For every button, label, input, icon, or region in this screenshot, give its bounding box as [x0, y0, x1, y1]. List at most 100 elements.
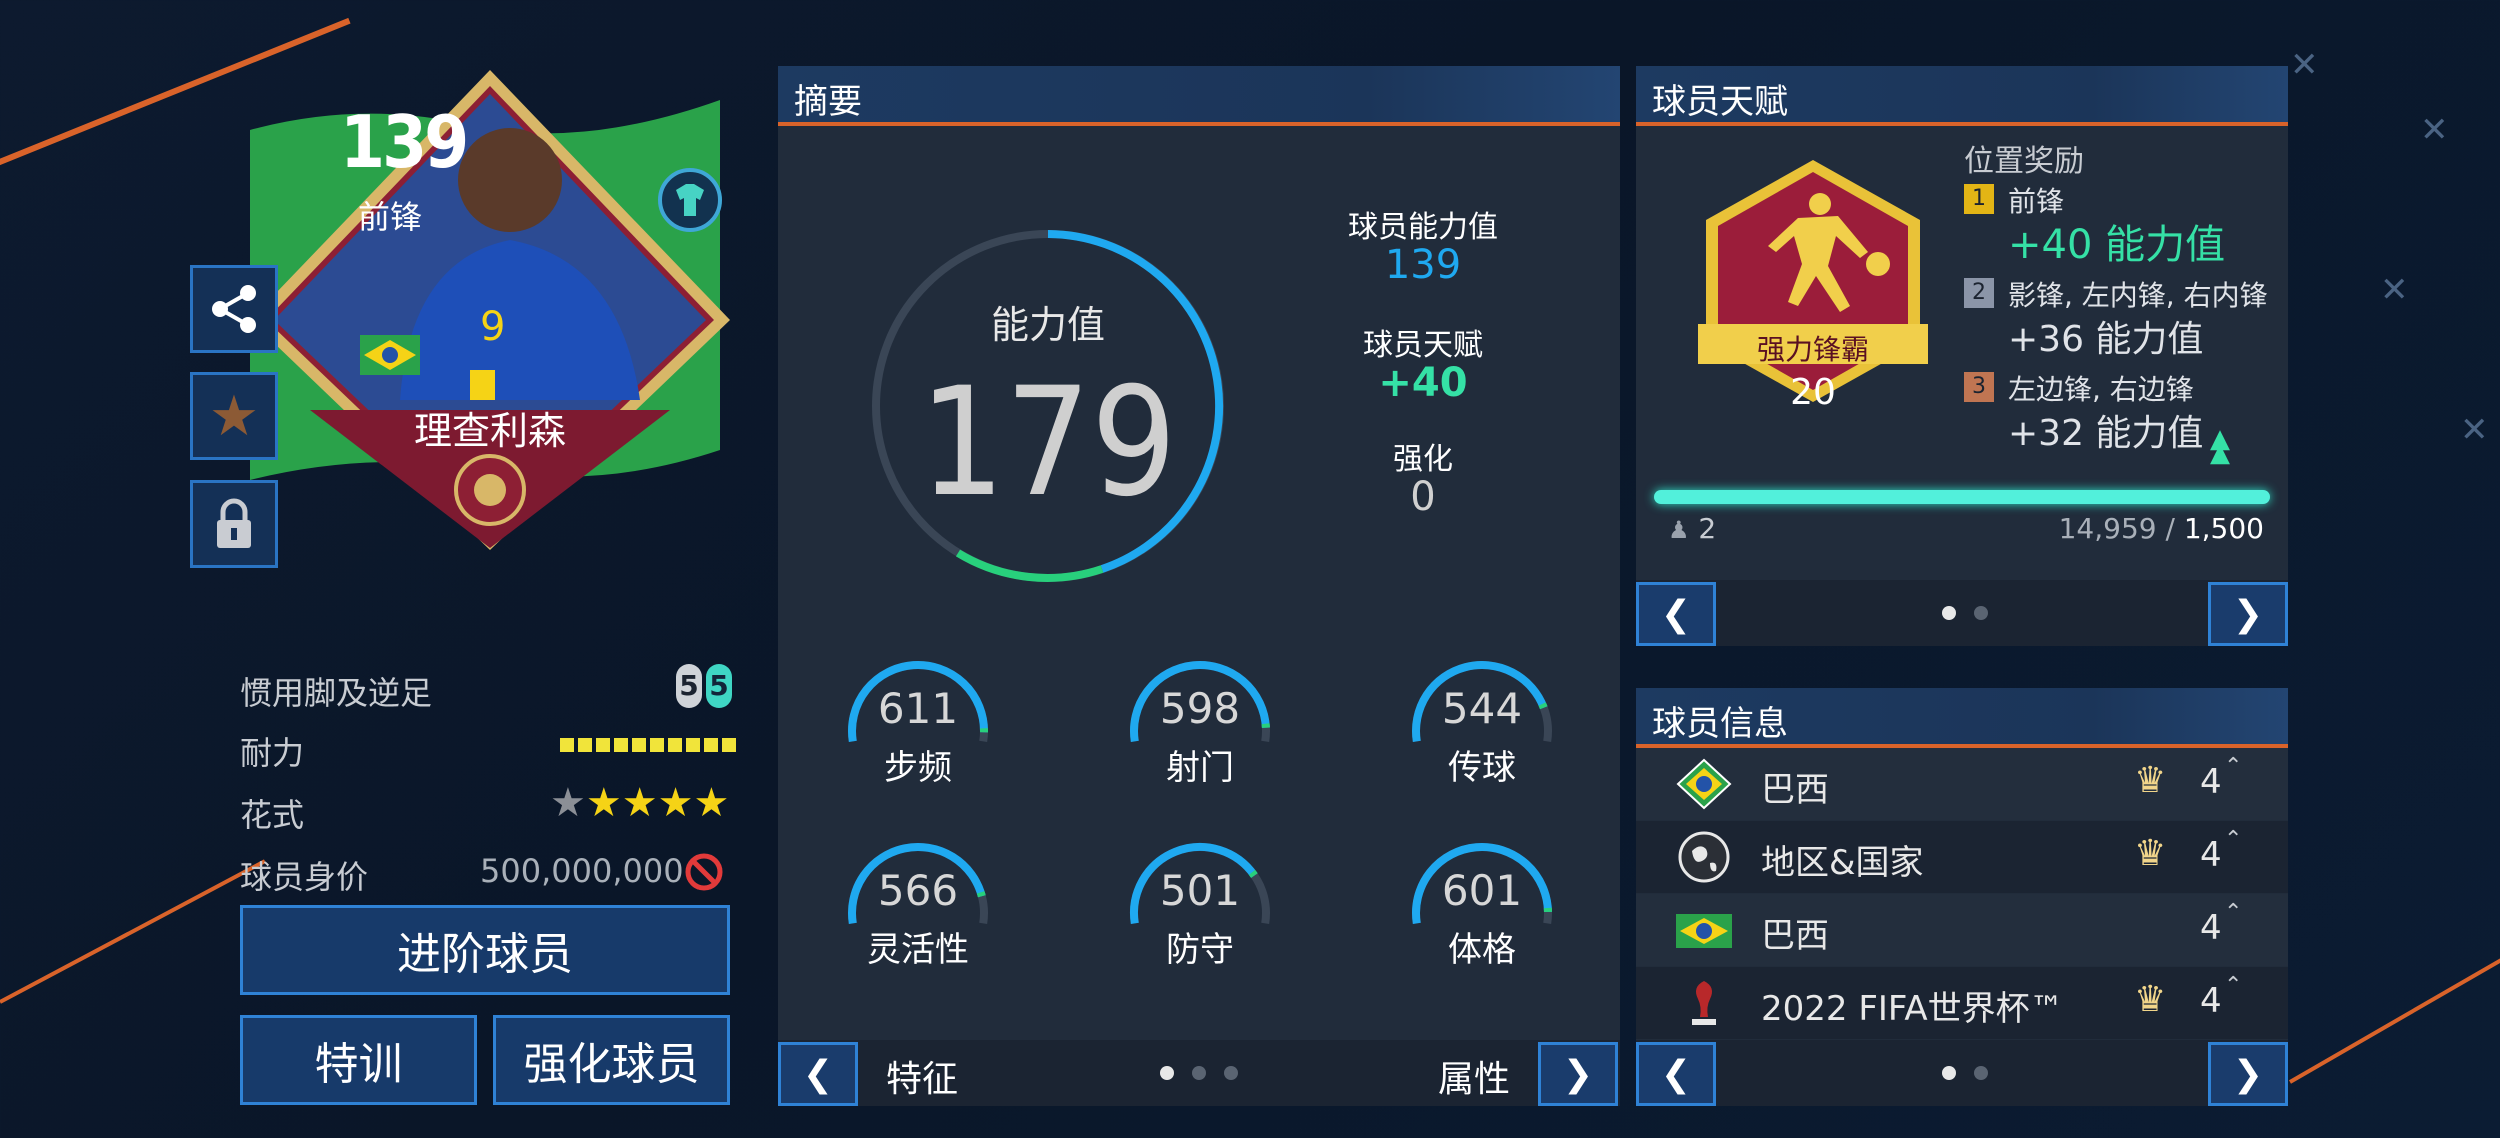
footer-left-label[interactable]: 特征: [886, 1050, 958, 1102]
stamina-block: [596, 738, 610, 752]
player-card[interactable]: 9 139 前锋 理查利森: [240, 70, 740, 550]
stamina-block: [650, 738, 664, 752]
stat-gauge: 566 灵活性: [843, 838, 993, 1008]
ovr-value: 179: [919, 356, 1177, 530]
stat-label: 防守: [1166, 930, 1234, 970]
position-bonus: 2 影锋, 左内锋, 右内锋 +36 能力值: [1964, 272, 2284, 362]
bg-cross: ✕: [2460, 410, 2489, 450]
skill-stars: ★★★★★: [550, 780, 729, 826]
info-row[interactable]: 地区&国家 ♛ 4 ⌃: [1636, 821, 2288, 893]
bonus-title: 位置奖励: [1964, 144, 2084, 179]
stat-value: 501: [1159, 866, 1241, 915]
bg-stripe: [0, 859, 266, 1004]
chevron-up-icon: ⌃: [2224, 973, 2243, 998]
footer-right-label[interactable]: 属性: [1438, 1050, 1510, 1102]
bonus-positions: 左边锋, 右边锋: [2008, 373, 2194, 406]
stat-label: 体格: [1448, 930, 1516, 970]
summary-next-button[interactable]: ❯: [1538, 1042, 1618, 1106]
stamina-block: [560, 738, 574, 752]
star-filled-icon: ★: [657, 780, 694, 826]
enhance-player-button[interactable]: 强化球员: [493, 1015, 730, 1105]
bonus-value: +36 能力值: [2008, 319, 2204, 360]
card-position: 前锋: [358, 198, 423, 236]
brazil-badge-icon: [1676, 758, 1732, 810]
person-icon: ♟: [1668, 516, 1690, 544]
page-dot: [1160, 1066, 1174, 1080]
player-info-header: 球员信息: [1636, 688, 2288, 748]
talent-label: 球员天赋: [1363, 328, 1483, 363]
chevron-up-icon: ⌃: [2224, 900, 2243, 925]
player-info-list: 巴西 ♛ 4 ⌃ 地区&国家 ♛ 4 ⌃ 巴西 4 ⌃ 2022 FIFA世界杯™ ♛ 4 ⌃: [1636, 748, 2288, 1040]
position-bonus: 3 左边锋, 右边锋 +32 能力值: [1964, 366, 2284, 456]
page-dot: [1974, 1066, 1988, 1080]
bg-cross: ✕: [2420, 110, 2449, 150]
talent-badge: [1698, 160, 1928, 402]
info-prev-button[interactable]: ❮: [1636, 1042, 1716, 1106]
star-filled-icon: ★: [585, 780, 622, 826]
info-count: 4: [2200, 908, 2222, 948]
crown-icon: ♛: [2134, 833, 2167, 874]
info-name: 巴西: [1761, 770, 1829, 810]
chevron-up-icon: ⌃: [2224, 827, 2243, 852]
bg-stripe: [2289, 950, 2500, 1084]
stamina-block: [614, 738, 628, 752]
stat-label: 灵活性: [867, 930, 969, 970]
stamina-bar: [560, 738, 736, 752]
info-footer: ❮ ❯: [1636, 1040, 2288, 1106]
info-name: 地区&国家: [1761, 843, 1924, 883]
stat-label: 步频: [884, 748, 952, 788]
stat-value: 598: [1159, 684, 1241, 733]
talent-prev-button[interactable]: ❮: [1636, 582, 1716, 646]
talent-next-button[interactable]: ❯: [2208, 582, 2288, 646]
star-empty-icon: ★: [550, 780, 586, 826]
talent-badge-name: 强力锋霸: [1756, 333, 1869, 366]
card-player-name: 理查利森: [413, 409, 566, 453]
bonus-rank-badge: 1: [1964, 184, 1994, 214]
info-row[interactable]: 2022 FIFA世界杯™ ♛ 4 ⌃: [1636, 967, 2288, 1039]
info-count: 4: [2200, 835, 2222, 875]
lock-icon: [217, 498, 251, 548]
crown-icon: ♛: [2134, 760, 2167, 801]
summary-footer: ❮ 特征 属性 ❯: [778, 1040, 1620, 1106]
region-icon: [1676, 831, 1732, 883]
player-info-title: 球员信息: [1652, 704, 1788, 744]
foot-label: 惯用脚及逆足: [240, 674, 433, 712]
page-dot: [1942, 1066, 1956, 1080]
card-rating: 139: [340, 100, 469, 184]
brazil-flag-icon: [1676, 904, 1732, 956]
share-button[interactable]: [190, 265, 278, 353]
talent-title: 球员天赋: [1652, 82, 1788, 122]
player-info-panel: 球员信息 巴西 ♛ 4 ⌃ 地区&国家 ♛ 4 ⌃ 巴西 4 ⌃ 2022 FIFA世界杯™ ♛ 4 ⌃ ❮…: [1636, 688, 2288, 1106]
page-dot: [1942, 606, 1956, 620]
share-icon: [212, 285, 256, 333]
player-card-art: 9: [250, 70, 730, 550]
talent-header: 球员天赋: [1636, 66, 2288, 126]
player-value: 500,000,000: [480, 852, 684, 890]
talent-value: +40: [1378, 360, 1468, 406]
page-dot: [1974, 606, 1988, 620]
bg-cross: ✕: [2380, 270, 2409, 310]
training-button[interactable]: 特训: [240, 1015, 477, 1105]
info-row[interactable]: 巴西 4 ⌃: [1636, 894, 2288, 966]
lock-button[interactable]: [190, 480, 278, 568]
bg-cross: ✕: [2290, 45, 2319, 85]
talent-count: ♟ 2: [1668, 512, 1716, 545]
info-next-button[interactable]: ❯: [2208, 1042, 2288, 1106]
stamina-block: [578, 738, 592, 752]
summary-prev-button[interactable]: ❮: [778, 1042, 858, 1106]
stamina-label: 耐力: [240, 734, 305, 772]
stamina-block: [704, 738, 718, 752]
weak-foot-badge: 5: [676, 664, 702, 708]
talent-progress-text: 14,959 / 1,500: [2059, 512, 2264, 545]
skill-label: 花式: [240, 796, 305, 834]
player-head: [458, 128, 562, 232]
info-row[interactable]: 巴西 ♛ 4 ⌃: [1636, 748, 2288, 820]
favorite-button[interactable]: ★: [190, 372, 278, 460]
progress-current: 14,959: [2058, 512, 2157, 545]
stamina-block: [632, 738, 646, 752]
bonus-value: +32 能力值: [2008, 413, 2204, 454]
stamina-block: [686, 738, 700, 752]
enhance-label: 强化: [1393, 442, 1453, 477]
info-name: 巴西: [1761, 916, 1829, 956]
advance-player-button[interactable]: 进阶球员: [240, 905, 730, 995]
